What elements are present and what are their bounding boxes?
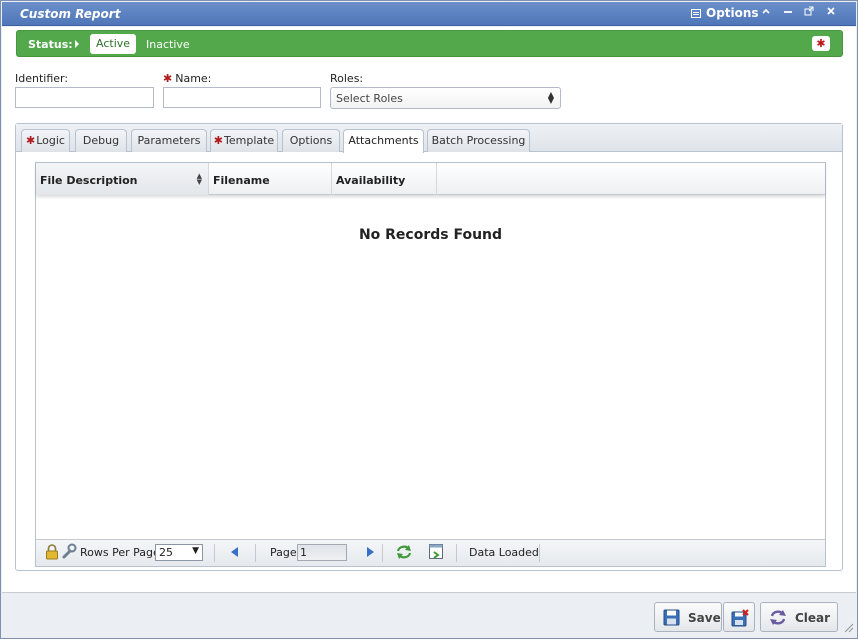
select-caret-icon: ▲ ▼ bbox=[547, 90, 554, 105]
pager-divider bbox=[456, 544, 457, 562]
clear-button[interactable]: Clear bbox=[760, 602, 838, 632]
pager-divider bbox=[214, 544, 215, 562]
tab-batch-processing[interactable]: Batch Processing bbox=[427, 129, 530, 152]
refresh-icon[interactable] bbox=[395, 544, 413, 563]
options-label: Options bbox=[706, 6, 759, 20]
tab-template-label: Template bbox=[224, 134, 275, 147]
clear-label: Clear bbox=[795, 611, 831, 625]
chevron-down-icon: ▼ bbox=[192, 546, 199, 556]
roles-placeholder: Select Roles bbox=[336, 92, 403, 105]
popout-icon[interactable] bbox=[802, 6, 816, 20]
lock-icon[interactable] bbox=[45, 544, 59, 563]
identifier-input[interactable] bbox=[15, 87, 154, 108]
tab-logic-label: Logic bbox=[36, 134, 65, 147]
save-icon bbox=[663, 609, 680, 629]
required-star-icon: ✱ bbox=[213, 134, 223, 147]
collapse-icon[interactable] bbox=[759, 6, 773, 20]
column-filename-label: Filename bbox=[213, 174, 270, 187]
page-label: Page: bbox=[270, 546, 301, 559]
pager-divider bbox=[255, 544, 256, 562]
tab-parameters-label: Parameters bbox=[137, 134, 201, 147]
next-page-icon[interactable] bbox=[367, 547, 374, 557]
status-arrow-icon bbox=[75, 40, 79, 48]
column-availability-label: Availability bbox=[336, 174, 406, 187]
close-icon[interactable] bbox=[824, 6, 838, 20]
grid-header: File Description ▲ ▼ Filename Availabilit… bbox=[36, 163, 825, 195]
status-active-option[interactable]: Active bbox=[90, 34, 137, 54]
tab-logic[interactable]: ✱Logic bbox=[21, 129, 70, 152]
empty-message: No Records Found bbox=[358, 227, 503, 243]
identifier-label: Identifier: bbox=[15, 72, 69, 85]
tab-template[interactable]: ✱Template bbox=[210, 129, 278, 152]
save-button[interactable]: Save bbox=[654, 602, 722, 632]
grid-pager: Rows Per Page: 25 ▼ Page: 1 Data Loaded bbox=[36, 539, 825, 566]
attachments-grid: File Description ▲ ▼ Filename Availabilit… bbox=[35, 162, 826, 567]
window-titlebar[interactable]: Custom Report Options bbox=[2, 2, 856, 26]
status-label: Status: bbox=[28, 38, 73, 51]
name-label-wrap: ✱ Name: bbox=[163, 72, 211, 85]
column-file-description[interactable]: File Description ▲ ▼ bbox=[36, 163, 209, 195]
pager-divider bbox=[539, 544, 540, 562]
rows-per-page-select[interactable]: 25 ▼ bbox=[155, 544, 203, 561]
tab-debug[interactable]: Debug bbox=[75, 129, 127, 152]
roles-select[interactable]: Select Roles ▲ ▼ bbox=[330, 87, 561, 109]
tab-attachments[interactable]: Attachments bbox=[343, 129, 424, 153]
save-and-close-button[interactable] bbox=[723, 602, 755, 632]
tab-strip: ✱Logic Debug Parameters ✱Template Option… bbox=[16, 124, 842, 153]
column-availability[interactable]: Availability bbox=[332, 163, 437, 195]
pager-status: Data Loaded bbox=[469, 546, 539, 559]
tab-options-label: Options bbox=[289, 134, 333, 147]
rows-per-page-value: 25 bbox=[159, 546, 173, 559]
status-bar: Status: Active Inactive ✱ bbox=[16, 30, 843, 57]
save-close-icon bbox=[731, 609, 749, 630]
page-input[interactable]: 1 bbox=[297, 544, 347, 561]
page-value: 1 bbox=[300, 546, 307, 559]
sort-icon: ▲ ▼ bbox=[196, 172, 202, 186]
tab-batch-processing-label: Batch Processing bbox=[431, 134, 526, 147]
tab-debug-label: Debug bbox=[82, 134, 120, 147]
required-star-icon: ✱ bbox=[26, 134, 36, 147]
export-icon[interactable] bbox=[428, 543, 444, 563]
pager-divider bbox=[382, 544, 383, 562]
column-filename[interactable]: Filename bbox=[209, 163, 332, 195]
rows-per-page-label: Rows Per Page: bbox=[80, 546, 164, 559]
status-inactive-option[interactable]: Inactive bbox=[146, 38, 190, 51]
custom-report-window: Custom Report Options Status: Active Ina… bbox=[0, 0, 858, 639]
required-indicator-icon: ✱ bbox=[812, 36, 830, 51]
clear-icon bbox=[769, 609, 787, 629]
options-menu-icon bbox=[691, 8, 701, 18]
window-content: Status: Active Inactive ✱ Identifier: ✱ N… bbox=[2, 27, 856, 592]
required-star-icon: ✱ bbox=[163, 72, 173, 85]
column-file-description-label: File Description bbox=[40, 174, 138, 187]
window-footer: Save Clear bbox=[2, 592, 856, 638]
wrench-icon[interactable] bbox=[61, 543, 77, 562]
save-label: Save bbox=[688, 611, 721, 625]
tab-attachments-label: Attachments bbox=[348, 134, 419, 147]
prev-page-icon[interactable] bbox=[231, 547, 238, 557]
name-input[interactable] bbox=[163, 87, 321, 108]
options-menu[interactable]: Options bbox=[691, 6, 759, 20]
window-title: Custom Report bbox=[20, 7, 121, 21]
tab-parameters[interactable]: Parameters bbox=[131, 129, 207, 152]
roles-label: Roles: bbox=[330, 72, 364, 85]
tab-panel: ✱Logic Debug Parameters ✱Template Option… bbox=[15, 123, 843, 571]
resize-grip-icon[interactable] bbox=[842, 621, 854, 636]
tab-options[interactable]: Options bbox=[282, 129, 340, 152]
name-label: Name: bbox=[175, 72, 212, 85]
minimize-icon[interactable] bbox=[781, 6, 795, 20]
